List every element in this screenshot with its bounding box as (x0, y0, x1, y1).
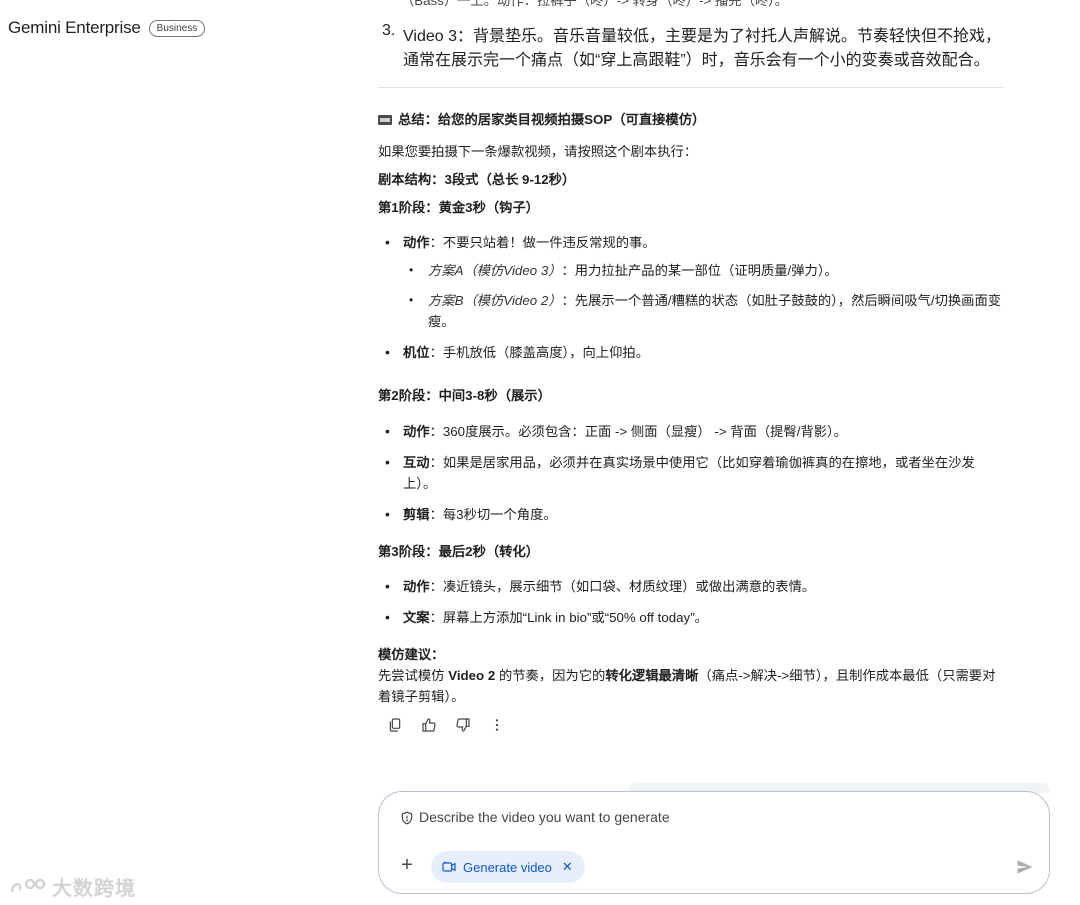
list-item: 动作：不要只站着！做一件违反常规的事。 方案A（模仿Video 3）：用力拉扯产… (378, 232, 1004, 332)
thumbs-down-button[interactable] (454, 716, 472, 734)
list-item: 动作：凑近镜头，展示细节（如口袋、材质纹理）或做出满意的表情。 (378, 576, 1004, 597)
item-label: 动作 (403, 235, 430, 250)
more-vert-icon (495, 719, 499, 731)
stage1-list: 动作：不要只站着！做一件违反常规的事。 方案A（模仿Video 3）：用力拉扯产… (378, 232, 1004, 373)
stage3-list: 动作：凑近镜头，展示细节（如口袋、材质纹理）或做出满意的表情。 文案：屏幕上方添… (378, 576, 1004, 638)
item-text: ：手机放低（膝盖高度），向上仰拍。 (429, 345, 649, 360)
advice-heading: 模仿建议： (378, 647, 445, 662)
item-label: 机位 (403, 345, 430, 360)
section-divider (378, 87, 1004, 88)
watermark-text: 大数跨境 (52, 878, 136, 900)
advice-bold: 转化逻辑最清晰 (605, 668, 699, 683)
watermark-logo-icon (10, 878, 46, 892)
item-label: 方案B（模仿Video 2） (428, 293, 562, 308)
item-text: ：凑近镜头，展示细节（如口袋、材质纹理）或做出满意的表情。 (429, 579, 816, 594)
chip-label: Generate video (463, 859, 552, 875)
stage2-heading: 第2阶段：中间3-8秒（展示） (378, 388, 551, 403)
list-item-video3: 3. Video 3：背景垫乐。音乐音量较低，主要是为了衬托人声解说。节奏轻快但… (382, 22, 1006, 70)
stage2-list: 动作：360度展示。必须包含：正面 -> 侧面（显瘦） -> 背面（提臀/背影）… (378, 421, 1004, 535)
shield-icon (401, 811, 413, 825)
send-icon[interactable] (1015, 857, 1035, 877)
list-text: Video 3：背景垫乐。音乐音量较低，主要是为了衬托人声解说。节奏轻快但不抢戏… (403, 22, 1006, 70)
list-item: 方案B（模仿Video 2）：先展示一个普通/糟糕的状态（如肚子鼓鼓的），然后瞬… (403, 290, 1004, 332)
generate-video-chip[interactable]: Generate video ✕ (431, 851, 585, 883)
advice-pre: 先尝试模仿 (378, 668, 449, 683)
stage3-heading: 第3阶段：最后2秒（转化） (378, 544, 540, 559)
plan-badge: Business (148, 19, 206, 37)
prompt-composer[interactable]: Describe the video you want to generate … (378, 791, 1050, 894)
prompt-input[interactable]: Describe the video you want to generate (419, 809, 670, 825)
list-item: 动作：360度展示。必须包含：正面 -> 侧面（显瘦） -> 背面（提臀/背影）… (378, 421, 1004, 442)
item-label: 互动 (403, 455, 430, 470)
structure-heading: 剧本结构：3段式（总长 9-12秒） (378, 172, 576, 187)
brand: Gemini Enterprise Business (8, 18, 206, 38)
item-label: 动作 (403, 579, 430, 594)
add-button[interactable]: + (397, 855, 417, 875)
item-label: 方案A（模仿Video 3） (428, 263, 562, 278)
video3-label: Video 3 (403, 28, 457, 45)
response-cut-line: （Bass）一上。动作：拉裤子（咚）-> 转身（咚）-> 播完（咚）。 (401, 0, 789, 8)
advice-mid: 的节奏，因为它的 (495, 668, 606, 683)
plus-icon: + (401, 854, 413, 876)
list-number: 3. (382, 22, 396, 39)
item-text: ：如果是居家用品，必须并在真实场景中使用它（比如穿着瑜伽裤真的在擦地，或者坐在沙… (403, 455, 975, 491)
item-text: ：不要只站着！做一件违反常规的事。 (429, 235, 656, 250)
item-label: 剪辑 (403, 507, 430, 522)
summary-title: 总结：给您的居家类目视频拍摄SOP（可直接模仿） (398, 112, 706, 127)
list-item: 方案A（模仿Video 3）：用力拉扯产品的某一部位（证明质量/弹力）。 (403, 260, 1004, 281)
list-item: 互动：如果是居家用品，必须并在真实场景中使用它（比如穿着瑜伽裤真的在擦地，或者坐… (378, 452, 1004, 494)
item-label: 文案 (403, 610, 430, 625)
thumbs-up-icon (422, 718, 436, 732)
advice-text: 先尝试模仿 Video 2 的节奏，因为它的转化逻辑最清晰（痛点->解决->细节… (378, 665, 1004, 707)
advice-video: Video 2 (448, 668, 496, 683)
brand-name[interactable]: Gemini Enterprise (8, 18, 141, 38)
intro-text: 如果您要拍摄下一条爆款视频，请按照这个剧本执行： (378, 144, 698, 159)
watermark: 大数跨境 (8, 872, 136, 901)
response-actions (386, 716, 506, 734)
item-label: 动作 (403, 424, 430, 439)
copy-button[interactable] (386, 716, 404, 734)
video3-text: ：背景垫乐。音乐音量较低，主要是为了衬托人声解说。节奏轻快但不抢戏，通常在展示完… (403, 28, 1001, 69)
item-text: ：每3秒切一个角度。 (429, 507, 557, 522)
film-icon (378, 114, 392, 125)
list-item: 机位：手机放低（膝盖高度），向上仰拍。 (378, 342, 1004, 363)
thumbs-up-button[interactable] (420, 716, 438, 734)
item-text: ：屏幕上方添加“Link in bio”或“50% off today”。 (429, 610, 708, 625)
video-spark-icon (442, 861, 456, 872)
item-text: ：360度展示。必须包含：正面 -> 侧面（显瘦） -> 背面（提臀/背影）。 (429, 424, 848, 439)
summary-heading: 总结：给您的居家类目视频拍摄SOP（可直接模仿） (378, 109, 1004, 130)
item-text: ：用力拉扯产品的某一部位（证明质量/弹力）。 (561, 263, 838, 278)
stage1-heading: 第1阶段：黄金3秒（钩子） (378, 200, 540, 215)
thumbs-down-icon (456, 718, 470, 732)
sub-list: 方案A（模仿Video 3）：用力拉扯产品的某一部位（证明质量/弹力）。 方案B… (403, 260, 1004, 332)
more-options-button[interactable] (488, 716, 506, 734)
copy-icon (389, 718, 401, 732)
list-item: 剪辑：每3秒切一个角度。 (378, 504, 1004, 525)
list-item: 文案：屏幕上方添加“Link in bio”或“50% off today”。 (378, 607, 1004, 628)
chip-close-button[interactable]: ✕ (562, 859, 573, 875)
